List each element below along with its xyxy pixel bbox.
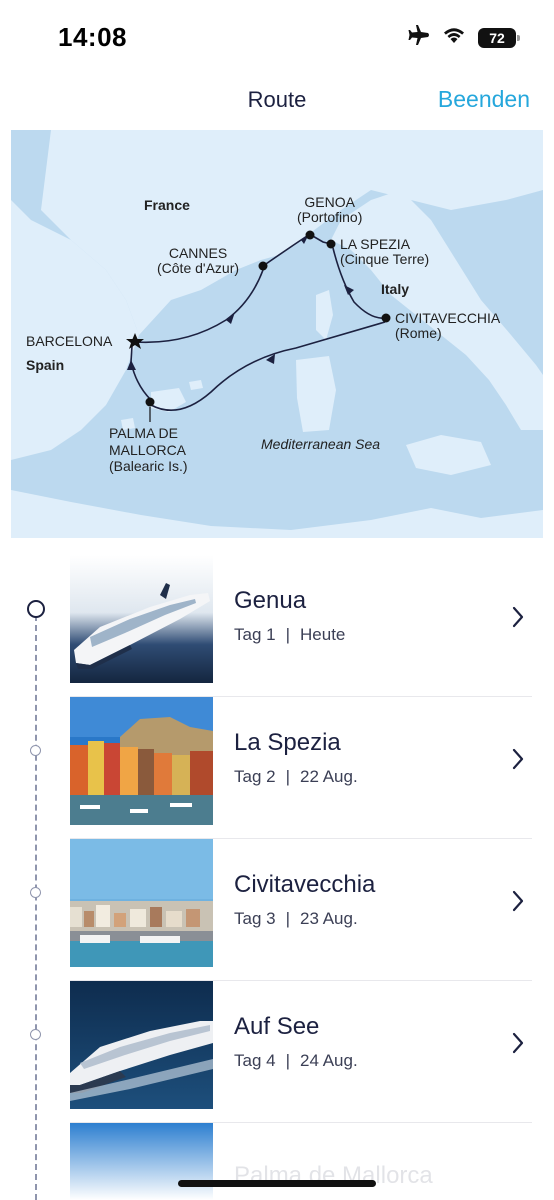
map-port-genoa-sub: (Portofino) <box>297 209 363 226</box>
map-sea-label: Mediterranean Sea <box>261 436 381 452</box>
timeline-node <box>30 745 41 756</box>
stop-row-auf-see[interactable]: Auf See Tag 4 | 24 Aug. <box>70 981 532 1109</box>
map-port-la-spezia-name: LA SPEZIA <box>340 236 411 252</box>
map-port-cannes: CANNES (Côte d'Azur) <box>157 245 240 277</box>
chevron-right-icon <box>512 1032 524 1054</box>
stop-date: 22 Aug. <box>300 767 358 786</box>
stop-row-civitavecchia[interactable]: Civitavecchia Tag 3 | 23 Aug. <box>70 839 532 967</box>
map-port-palma-line2: MALLORCA <box>109 441 187 458</box>
map-port-palma-sub: (Balearic Is.) <box>109 458 188 475</box>
done-button[interactable]: Beenden <box>438 86 530 113</box>
chevron-right-icon <box>512 890 524 912</box>
stop-date: 23 Aug. <box>300 909 358 928</box>
battery-icon: 72 <box>478 27 520 48</box>
stop-meta: Tag 4 | 24 Aug. <box>234 1051 358 1070</box>
stop-meta: Tag 2 | 22 Aug. <box>234 767 358 786</box>
map-port-civitavecchia-sub: (Rome) <box>395 325 442 342</box>
stop-row-la-spezia[interactable]: La Spezia Tag 2 | 22 Aug. <box>70 697 532 825</box>
stop-day: Tag 1 <box>234 625 276 644</box>
status-bar: 14:08 72 <box>0 0 554 70</box>
stop-row-genua[interactable]: Genua Tag 1 | Heute <box>70 555 532 683</box>
stop-meta: Tag 3 | 23 Aug. <box>234 909 358 928</box>
stop-thumbnail <box>70 697 213 825</box>
map-port-la-spezia: LA SPEZIA (Cinque Terre) <box>340 236 430 268</box>
map-port-civitavecchia-name: CIVITAVECCHIA <box>395 310 501 326</box>
nav-bar: Route Beenden <box>0 70 554 130</box>
map-port-la-spezia-sub: (Cinque Terre) <box>340 251 430 268</box>
timeline-line <box>35 615 37 1200</box>
map-country-italy: Italy <box>381 281 410 297</box>
status-icons: 72 <box>406 24 520 51</box>
stop-meta: Tag 1 | Heute <box>234 625 346 644</box>
map-port-palma: PALMA DE MALLORCA (Balearic Is.) <box>109 425 188 475</box>
map-port-cannes-name: CANNES <box>168 245 228 261</box>
map-port-barcelona: BARCELONA <box>26 333 113 349</box>
map-country-france: France <box>144 197 190 213</box>
stop-date: Heute <box>300 625 346 644</box>
stop-day: Tag 3 <box>234 909 276 928</box>
stop-thumbnail <box>70 981 213 1109</box>
airplane-icon <box>406 24 430 51</box>
stop-day: Tag 4 <box>234 1051 276 1070</box>
map-port-civitavecchia: CIVITAVECCHIA (Rome) <box>395 310 501 342</box>
stop-thumbnail <box>70 839 213 967</box>
timeline-node-current <box>27 600 45 618</box>
stop-date: 24 Aug. <box>300 1051 358 1070</box>
stop-name: La Spezia <box>234 729 341 756</box>
stop-name: Auf See <box>234 1013 320 1040</box>
map-port-palma-line1: PALMA DE <box>109 425 178 441</box>
home-indicator[interactable] <box>178 1180 376 1187</box>
map-port-genoa-name: GENOA <box>304 194 355 210</box>
wifi-icon <box>442 26 466 49</box>
stop-name: Civitavecchia <box>234 871 376 898</box>
stop-name: Genua <box>234 587 307 614</box>
route-map[interactable]: France Spain Italy Mediterranean Sea GEN… <box>11 130 543 538</box>
status-time: 14:08 <box>58 22 127 52</box>
chevron-right-icon <box>512 606 524 628</box>
map-port-genoa: GENOA (Portofino) <box>297 194 363 226</box>
map-country-spain: Spain <box>26 357 65 373</box>
chevron-right-icon <box>512 748 524 770</box>
stop-thumbnail <box>70 555 213 683</box>
map-port-cannes-sub: (Côte d'Azur) <box>157 260 240 277</box>
timeline-node <box>30 887 41 898</box>
stop-day: Tag 2 <box>234 767 276 786</box>
timeline-node <box>30 1029 41 1040</box>
stop-thumbnail <box>70 1123 213 1200</box>
